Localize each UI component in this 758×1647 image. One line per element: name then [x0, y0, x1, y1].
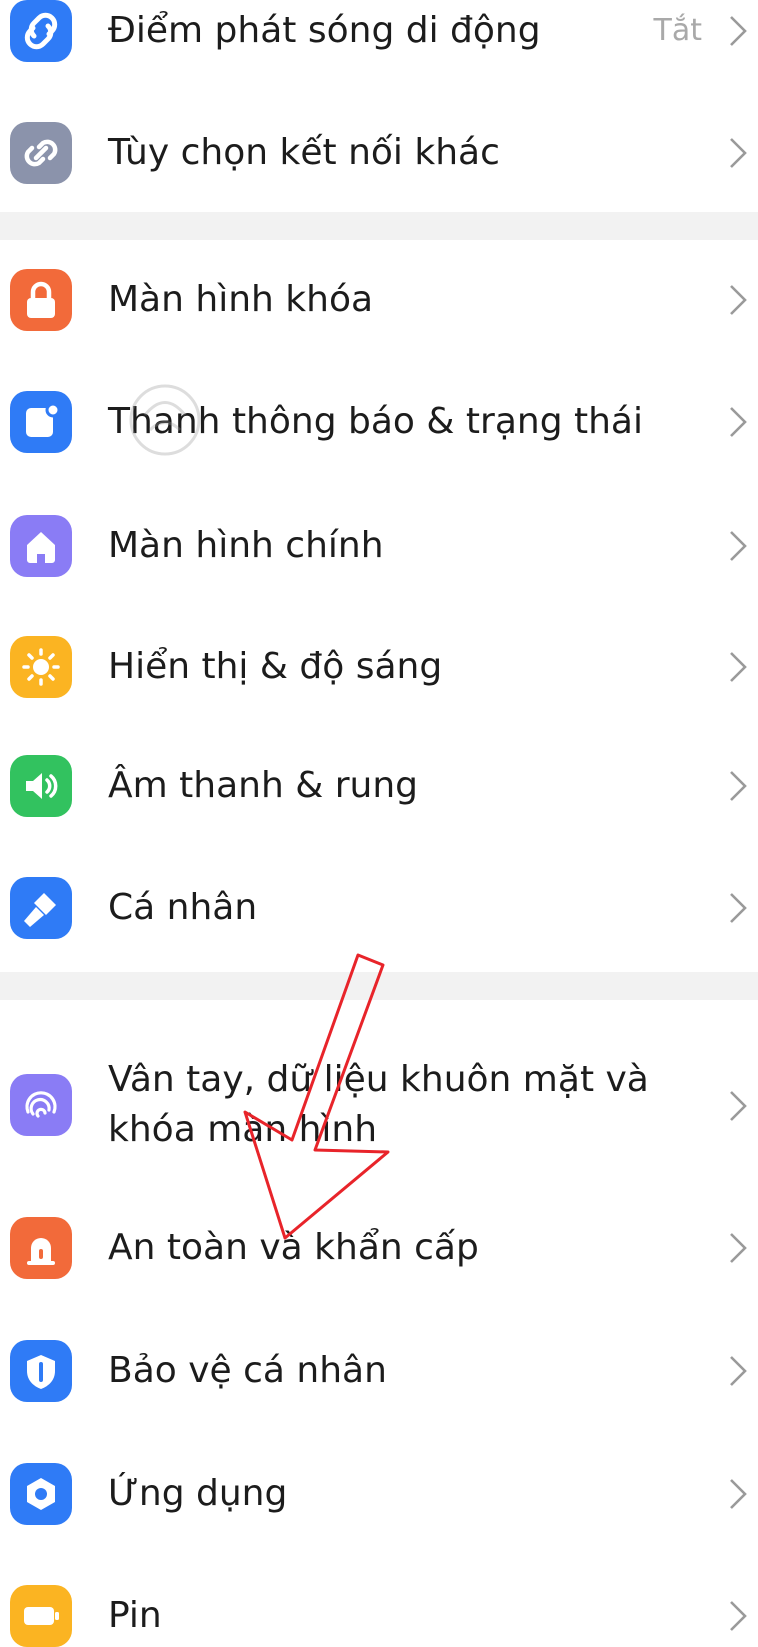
settings-item-label: Âm thanh & rung: [108, 765, 419, 806]
notification-icon: [10, 391, 72, 453]
settings-item-notification-bar[interactable]: Thanh thông báo & trạng thái: [0, 364, 758, 484]
settings-item-label: Cá nhân: [108, 887, 258, 928]
settings-item-label: Thanh thông báo & trạng thái: [108, 401, 643, 442]
settings-item-label: Ứng dụng: [108, 1473, 288, 1514]
settings-item-other-connections[interactable]: Tùy chọn kết nối khác: [0, 95, 758, 215]
settings-item-battery[interactable]: Pin: [0, 1559, 758, 1647]
settings-item-apps[interactable]: Ứng dụng: [0, 1436, 758, 1556]
chevron-right-icon: [720, 768, 756, 804]
chevron-right-icon: [720, 1598, 756, 1634]
fingerprint-icon: [10, 1074, 72, 1136]
chevron-right-icon: [720, 1088, 756, 1124]
chevron-right-icon: [720, 890, 756, 926]
settings-item-label-line2: khóa màn hình: [108, 1109, 378, 1150]
settings-item-lock-screen[interactable]: Màn hình khóa: [0, 240, 758, 360]
settings-item-biometrics[interactable]: Vân tay, dữ liệu khuôn mặt và khóa màn h…: [0, 1000, 758, 1150]
chevron-right-icon: [720, 13, 756, 49]
settings-item-label: Bảo vệ cá nhân: [108, 1350, 387, 1391]
brightness-icon: [10, 636, 72, 698]
settings-item-label: Màn hình chính: [108, 525, 384, 566]
home-icon: [10, 515, 72, 577]
hotspot-status: Tắt: [653, 13, 702, 48]
lock-icon: [10, 269, 72, 331]
chevron-right-icon: [720, 528, 756, 564]
settings-item-label: Màn hình khóa: [108, 279, 374, 320]
settings-item-sound-vibration[interactable]: Âm thanh & rung: [0, 730, 758, 850]
chevron-right-icon: [720, 1476, 756, 1512]
chevron-right-icon: [720, 282, 756, 318]
section-divider: [0, 212, 758, 240]
settings-item-personalization[interactable]: Cá nhân: [0, 852, 758, 972]
hotspot-icon: [10, 0, 72, 62]
chevron-right-icon: [720, 135, 756, 171]
section-divider: [0, 972, 758, 1000]
apps-icon: [10, 1463, 72, 1525]
settings-item-label: Hiển thị & độ sáng: [108, 646, 443, 687]
speaker-icon: [10, 755, 72, 817]
chevron-right-icon: [720, 404, 756, 440]
settings-item-display-brightness[interactable]: Hiển thị & độ sáng: [0, 609, 758, 729]
settings-item-safety-emergency[interactable]: An toàn và khẩn cấp: [0, 1190, 758, 1310]
settings-item-home-screen[interactable]: Màn hình chính: [0, 487, 758, 607]
settings-item-label: An toàn và khẩn cấp: [108, 1227, 479, 1268]
link-icon: [10, 122, 72, 184]
siren-icon: [10, 1217, 72, 1279]
settings-item-label: Tùy chọn kết nối khác: [108, 132, 500, 173]
shield-icon: [10, 1340, 72, 1402]
settings-item-hotspot[interactable]: Điểm phát sóng di động Tắt: [0, 0, 758, 96]
settings-item-label: Pin: [108, 1595, 162, 1636]
chevron-right-icon: [720, 649, 756, 685]
settings-item-personal-protection[interactable]: Bảo vệ cá nhân: [0, 1313, 758, 1433]
brush-icon: [10, 877, 72, 939]
chevron-right-icon: [720, 1230, 756, 1266]
settings-screen: Điểm phát sóng di động Tắt Tùy chọn kết …: [0, 0, 758, 1647]
settings-item-label-line1: Vân tay, dữ liệu khuôn mặt và: [108, 1059, 649, 1100]
battery-icon: [10, 1585, 72, 1647]
settings-item-label: Điểm phát sóng di động: [108, 10, 541, 51]
chevron-right-icon: [720, 1353, 756, 1389]
